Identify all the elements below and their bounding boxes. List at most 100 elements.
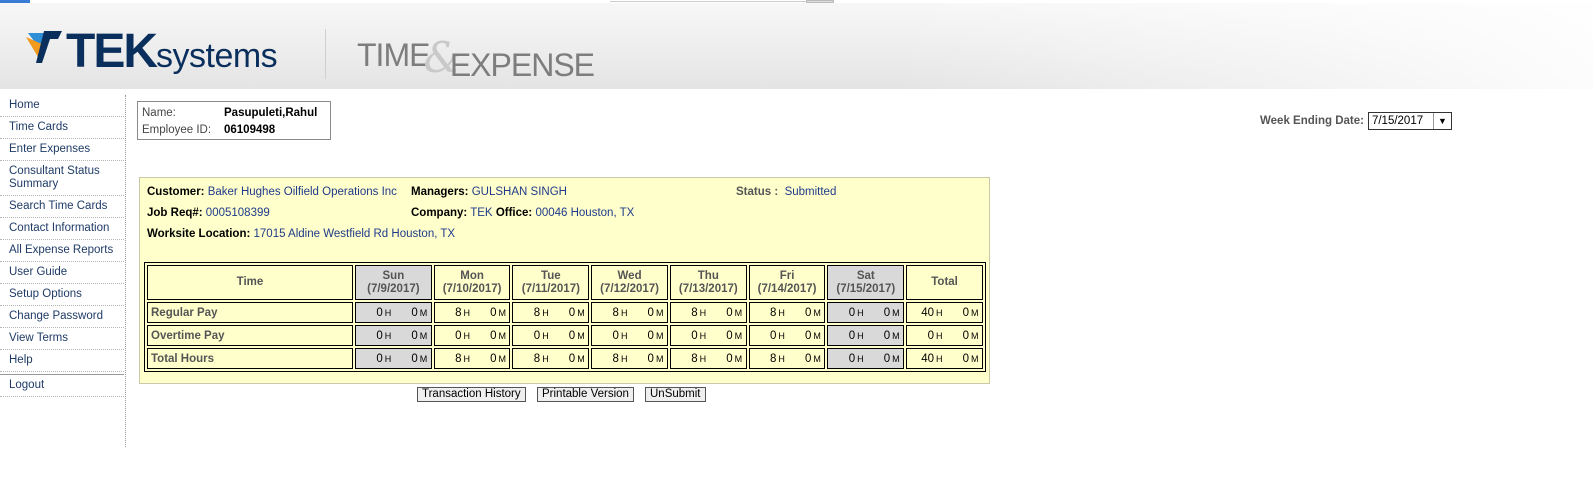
office-label: Office: (495, 207, 533, 219)
employee-name: Pasupuleti,Rahul (224, 107, 318, 119)
sidebar-item-help[interactable]: Help (0, 350, 124, 372)
hours-value: 8 (612, 306, 619, 319)
managers-value: GULSHAN SINGH (471, 186, 567, 198)
day-hours-cell: 8H 0M (748, 302, 826, 323)
sidebar-item-view-terms[interactable]: View Terms (0, 328, 124, 350)
sidebar-item-user-guide[interactable]: User Guide (0, 262, 124, 284)
minutes-value: 0 (962, 306, 969, 319)
sidebar-item-contact-information[interactable]: Contact Information (0, 218, 124, 240)
day-date: (7/10/2017) (442, 282, 502, 295)
day-hours-cell: 8H 0M (433, 302, 511, 323)
sidebar-item-enter-expenses[interactable]: Enter Expenses (0, 139, 124, 161)
day-column-header: Sat (7/15/2017) (827, 265, 905, 300)
hour-unit: H (542, 307, 549, 318)
sidebar-item-time-cards[interactable]: Time Cards (0, 117, 124, 139)
hour-unit: H (778, 353, 785, 364)
minutes-value: 0 (726, 329, 733, 342)
minutes-value: 0 (490, 329, 497, 342)
jobreq-label: Job Req#: (147, 207, 203, 219)
minutes-value: 0 (411, 306, 418, 319)
sidebar-item-consultant-status-summary[interactable]: Consultant Status Summary (0, 161, 124, 196)
company-label: Company: (411, 207, 468, 219)
minute-unit: M (655, 353, 664, 364)
tek-logo-icon (26, 31, 62, 63)
hours-value: 0 (848, 329, 856, 342)
hours-value: 0 (927, 329, 934, 342)
day-hours-cell: 0H0M (827, 348, 905, 369)
minutes-value: 0 (883, 352, 891, 365)
hour-unit: H (936, 307, 943, 318)
timesheet-row: Total Hours 0 H 0 M 8 H 0 M 8 H 0 M 8 H 0 M 8 H 0 M 8 H 0 M 0 H 0 M 4… (147, 348, 983, 369)
hours-value: 8 (533, 352, 541, 365)
minute-unit: M (971, 353, 979, 364)
day-hours-cell: 8H 0M (591, 302, 668, 323)
day-date: (7/15/2017) (836, 282, 896, 295)
day-hours-cell: 0H0M (827, 325, 905, 346)
hour-unit: H (463, 307, 470, 318)
day-hours-cell: 8H 0M (669, 348, 747, 369)
hours-value: 8 (770, 352, 777, 365)
customer-info: Customer: Baker Hughes Oilfield Operatio… (147, 186, 397, 198)
week-ending-label: Week Ending Date: (1260, 115, 1364, 127)
hour-unit: H (384, 307, 392, 318)
hour-unit: H (857, 353, 864, 364)
minute-unit: M (419, 330, 428, 341)
minute-unit: M (498, 353, 506, 364)
sidebar-item-home[interactable]: Home (0, 95, 124, 117)
chevron-down-icon[interactable]: ▼ (1432, 113, 1451, 129)
printable-version-button[interactable]: Printable Version (537, 387, 634, 402)
row-label: Regular Pay (147, 302, 353, 323)
sidebar-item-search-time-cards[interactable]: Search Time Cards (0, 196, 124, 218)
transaction-history-button[interactable]: Transaction History (417, 387, 526, 402)
customer-value: Baker Hughes Oilfield Operations Inc (207, 186, 397, 198)
day-column-header: Tue (7/11/2017) (512, 265, 590, 300)
minute-unit: M (734, 353, 743, 364)
week-ending-control: Week Ending Date: 7/15/2017 ▼ (1260, 112, 1452, 130)
minute-unit: M (498, 330, 506, 341)
hours-value: 40 (921, 306, 934, 319)
sidebar-item-logout[interactable]: Logout (0, 374, 124, 397)
minutes-value: 0 (647, 329, 654, 342)
day-name: Sat (856, 269, 875, 282)
unsubmit-button[interactable]: UnSubmit (645, 387, 706, 402)
day-hours-cell: 0H0M (827, 302, 905, 323)
sidebar-item-setup-options[interactable]: Setup Options (0, 284, 124, 306)
minute-unit: M (577, 330, 585, 341)
day-column-header: Thu (7/13/2017) (669, 265, 747, 300)
minutes-value: 0 (726, 306, 733, 319)
minutes-value: 0 (568, 352, 576, 365)
hour-unit: H (620, 353, 628, 364)
minutes-value: 0 (568, 329, 576, 342)
timecard-panel: Customer: Baker Hughes Oilfield Operatio… (139, 177, 990, 384)
hours-value: 0 (848, 352, 856, 365)
hours-value: 0 (533, 329, 541, 342)
minute-unit: M (498, 307, 506, 318)
day-hours-cell: 8H 0M (591, 348, 668, 369)
day-hours-cell: 8H 0M (748, 348, 826, 369)
sidebar-item-all-expense-reports[interactable]: All Expense Reports (0, 240, 124, 262)
total-hours-cell: 40 H 0 M (906, 302, 983, 323)
day-hours-cell: 8H 0M (433, 348, 511, 369)
managers-info: Managers: GULSHAN SINGH (411, 186, 567, 198)
hours-value: 8 (691, 306, 698, 319)
minutes-value: 0 (726, 352, 733, 365)
jobreq-value: 0005108399 (205, 207, 270, 219)
hour-unit: H (936, 353, 943, 364)
day-column-header: Wed (7/12/2017) (591, 265, 668, 300)
hour-unit: H (620, 330, 628, 341)
header-divider (325, 29, 326, 79)
tek-systems-logo: TEKsystems (66, 27, 278, 77)
sidebar-item-change-password[interactable]: Change Password (0, 306, 124, 328)
minute-unit: M (734, 330, 743, 341)
status-value: Submitted (784, 186, 837, 198)
hours-value: 0 (612, 329, 619, 342)
day-date: (7/13/2017) (678, 282, 738, 295)
employee-name-label: Name: (142, 107, 176, 119)
hours-value: 0 (770, 329, 777, 342)
hour-unit: H (778, 307, 785, 318)
week-ending-select[interactable]: 7/15/2017 ▼ (1367, 112, 1452, 130)
day-hours-cell: 0H0M (355, 325, 432, 346)
day-hours-cell: 8H 0M (669, 302, 747, 323)
minutes-value: 0 (883, 329, 891, 342)
minute-unit: M (813, 307, 821, 318)
